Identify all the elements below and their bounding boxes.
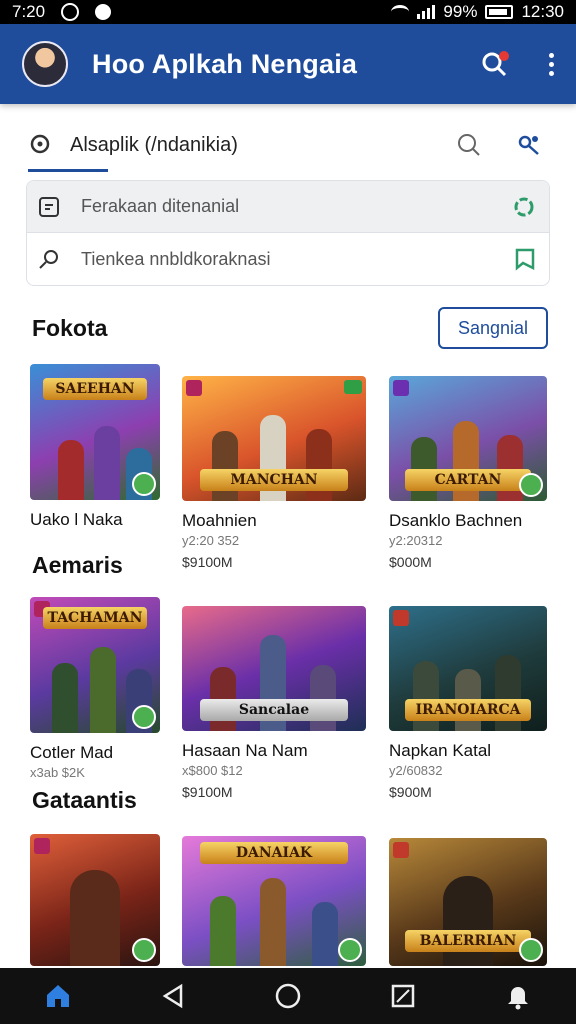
game-thumbnail: BALERRIAN	[389, 838, 547, 966]
brand-corner-icon	[393, 610, 409, 626]
filter-label: Ferakaan ditenanial	[81, 196, 240, 216]
app-bar: Hoo Aplkah Nengaia	[0, 24, 576, 104]
notification-dot	[499, 51, 509, 61]
section-title: Fokota	[32, 315, 108, 341]
game-card[interactable]: DANAIAK	[182, 836, 366, 966]
filter-label: Tienkea nnbldkoraknasi	[81, 248, 271, 269]
filter-row[interactable]: Tienkea nnbldkoraknasi	[27, 233, 549, 285]
game-logo: DANAIAK	[200, 842, 348, 864]
magnifier-icon[interactable]	[456, 132, 482, 158]
recents-button[interactable]	[383, 976, 423, 1016]
game-meta: y2/60832	[389, 763, 443, 778]
home-button[interactable]	[38, 976, 78, 1016]
brand-corner-icon	[186, 380, 202, 396]
game-logo: CARTAN	[404, 469, 532, 491]
game-card[interactable]: IRANOIARCA Napkan Katal y2/60832 $900M	[389, 606, 547, 800]
section-title: Gataantis	[32, 787, 137, 813]
search-icon	[39, 250, 58, 269]
game-card[interactable]: TACHAMAN Cotler Mad x3ab $2K	[30, 597, 160, 780]
more-options-icon[interactable]	[549, 52, 554, 76]
game-thumbnail: SAEEHAN	[30, 364, 160, 500]
game-price: $9100M	[182, 554, 233, 570]
filter-row[interactable]: Ferakaan ditenanial	[27, 181, 549, 233]
game-logo: Sancalae	[200, 699, 348, 721]
game-meta: y2:20 352	[182, 533, 240, 548]
status-time: 7:20	[12, 2, 46, 21]
flag-icon[interactable]	[513, 247, 537, 271]
system-home-button[interactable]	[268, 976, 308, 1016]
install-badge-icon	[132, 938, 156, 962]
game-card[interactable]: CARTAN Dsanklo Bachnen y2:20312 $000M	[389, 376, 547, 570]
brand-corner-icon	[34, 838, 50, 854]
home-circle-icon	[275, 983, 301, 1009]
brand-corner-icon	[393, 380, 409, 396]
notifications-icon	[508, 987, 529, 1010]
notifications-button[interactable]	[498, 976, 538, 1016]
battery-percent: 99%	[443, 2, 478, 21]
install-badge-icon	[519, 938, 543, 962]
game-logo: MANCHAN	[200, 469, 348, 491]
game-meta: x$800 $12	[182, 763, 243, 778]
bottom-navigation	[0, 968, 576, 1024]
game-title: Napkan Katal	[389, 741, 492, 760]
refresh-icon[interactable]	[511, 194, 537, 220]
game-logo: IRANOIARCA	[404, 699, 532, 721]
search-input[interactable]: Alsaplik (/ndanikia)	[70, 134, 238, 157]
game-price: $900M	[389, 784, 432, 800]
filter-list: Ferakaan ditenanial Tienkea nnbldkorakna…	[26, 180, 550, 286]
settings-status-icon	[61, 3, 80, 21]
game-thumbnail: TACHAMAN	[30, 597, 160, 733]
install-badge-icon	[519, 473, 543, 497]
game-logo: BALERRIAN	[404, 930, 532, 952]
status-bar: 7:20 99% 12:30	[0, 0, 576, 24]
list-icon	[39, 196, 59, 217]
game-thumbnail: Sancalae	[182, 606, 366, 731]
game-title: Hasaan Na Nam	[182, 741, 308, 760]
game-logo: SAEEHAN	[43, 378, 147, 400]
search-icon	[30, 134, 50, 154]
see-all-button[interactable]: Sangnial	[438, 307, 548, 349]
game-thumbnail: MANCHAN	[182, 376, 366, 501]
recents-icon	[391, 984, 415, 1008]
game-card[interactable]	[30, 834, 160, 966]
section-title: Aemaris	[32, 552, 123, 578]
game-card[interactable]: Sancalae Hasaan Na Nam x$800 $12 $9100M	[182, 606, 366, 800]
game-price: $000M	[389, 554, 432, 570]
game-card[interactable]: MANCHAN Moahnien y2:20 352 $9100M	[182, 376, 366, 570]
back-button[interactable]	[153, 976, 193, 1016]
signal-icon	[417, 5, 436, 19]
game-thumbnail: DANAIAK	[182, 836, 366, 966]
install-badge-icon	[132, 705, 156, 729]
game-meta: y2:20312	[389, 533, 443, 548]
status-clock-right: 12:30	[521, 2, 564, 21]
game-thumbnail	[30, 834, 160, 966]
game-card[interactable]: BALERRIAN	[389, 838, 547, 966]
game-title: Moahnien	[182, 511, 257, 530]
game-title: Uako l Naka	[30, 510, 123, 529]
back-icon	[162, 983, 183, 1009]
tag-corner-icon	[344, 380, 362, 394]
app-title: Hoo Aplkah Nengaia	[92, 48, 358, 79]
game-logo: TACHAMAN	[43, 607, 147, 629]
game-title: Dsanklo Bachnen	[389, 511, 523, 530]
avatar[interactable]	[22, 41, 68, 87]
game-price: $9100M	[182, 784, 233, 800]
wifi-icon	[391, 5, 410, 19]
search-underline	[28, 169, 108, 172]
game-thumbnail: CARTAN	[389, 376, 547, 501]
battery-icon	[485, 5, 514, 19]
install-badge-icon	[338, 938, 362, 962]
game-meta: x3ab $2K	[30, 765, 85, 780]
people-search-icon[interactable]	[516, 132, 542, 158]
app-status-icon	[95, 4, 112, 20]
brand-corner-icon	[393, 842, 409, 858]
game-title: Cotler Mad	[30, 743, 114, 762]
search-bar[interactable]: Alsaplik (/ndanikia)	[28, 118, 548, 172]
game-card[interactable]: SAEEHAN Uako l Naka	[30, 364, 160, 530]
notification-button[interactable]	[479, 49, 509, 79]
install-badge-icon	[132, 472, 156, 496]
home-icon	[46, 985, 69, 1007]
game-thumbnail: IRANOIARCA	[389, 606, 547, 731]
